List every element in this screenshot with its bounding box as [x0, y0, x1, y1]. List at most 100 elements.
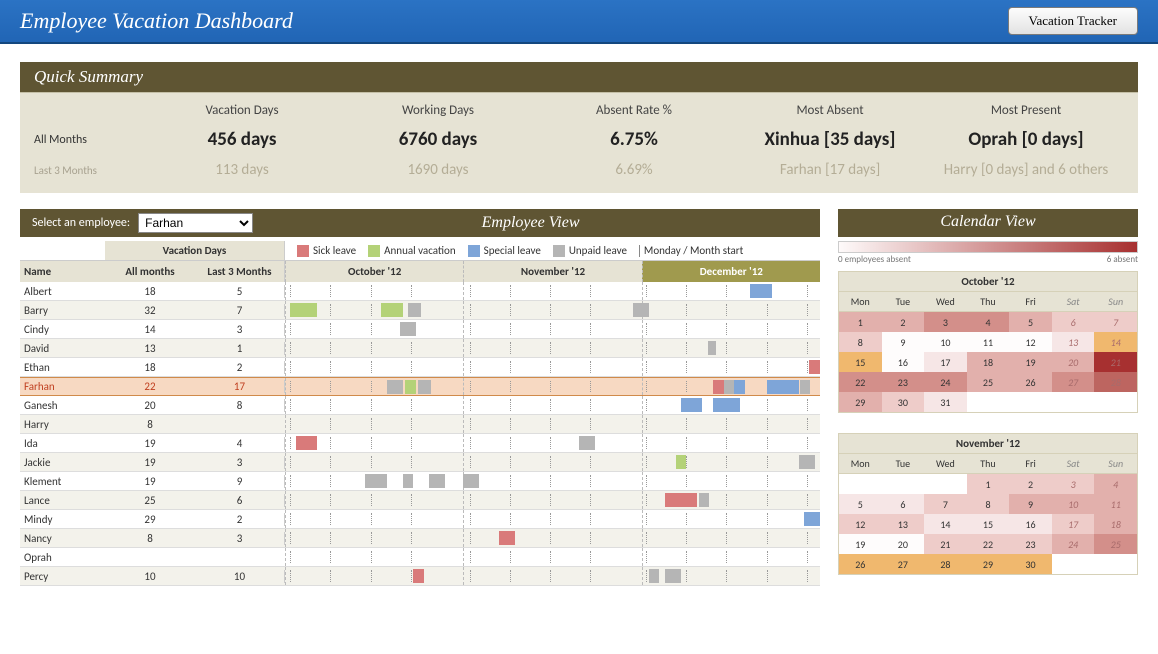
gantt-block [408, 303, 421, 317]
cal-day[interactable]: 20 [1052, 352, 1095, 372]
cal-empty [924, 474, 967, 494]
table-row[interactable]: Percy1010 [20, 567, 820, 586]
table-row[interactable]: Barry327 [20, 301, 820, 320]
table-row[interactable]: Cindy143 [20, 320, 820, 339]
cal-day[interactable]: 22 [967, 534, 1010, 554]
cal-day[interactable]: 30 [882, 392, 925, 412]
cal-day[interactable]: 14 [924, 514, 967, 534]
cell-all: 32 [105, 304, 195, 317]
cal-day[interactable]: 21 [924, 534, 967, 554]
cal-day[interactable]: 16 [882, 352, 925, 372]
cal-day[interactable]: 4 [1094, 474, 1137, 494]
table-row[interactable]: Farhan2217 [20, 377, 820, 396]
table-row[interactable]: Klement199 [20, 472, 820, 491]
swatch-special-icon [468, 245, 480, 257]
gantt-block [403, 474, 414, 488]
calendar-title: November '12 [839, 434, 1137, 454]
cal-day[interactable]: 12 [1009, 332, 1052, 352]
cal-day[interactable]: 21 [1094, 352, 1137, 372]
employee-select[interactable]: Farhan [138, 213, 253, 233]
employee-table-header: Name All months Last 3 Months October '1… [20, 260, 820, 282]
cal-day[interactable]: 8 [967, 494, 1010, 514]
cal-day[interactable]: 27 [1052, 372, 1095, 392]
cal-day[interactable]: 24 [1052, 534, 1095, 554]
cal-day[interactable]: 23 [1009, 534, 1052, 554]
cal-day[interactable]: 15 [967, 514, 1010, 534]
table-row[interactable]: Ida194 [20, 434, 820, 453]
cal-dow: Fri [1009, 292, 1052, 312]
cal-day[interactable]: 11 [967, 332, 1010, 352]
cell-name: Lance [20, 494, 105, 507]
cal-day[interactable]: 30 [1009, 554, 1052, 574]
cal-day[interactable]: 2 [1009, 474, 1052, 494]
cal-day[interactable]: 11 [1094, 494, 1137, 514]
cal-day[interactable]: 8 [839, 332, 882, 352]
table-row[interactable]: Mindy292 [20, 510, 820, 529]
cal-day[interactable]: 18 [967, 352, 1010, 372]
cal-day[interactable]: 13 [1052, 332, 1095, 352]
cal-dow: Sun [1094, 454, 1137, 474]
cal-day[interactable]: 6 [1052, 312, 1095, 332]
cal-day[interactable]: 23 [882, 372, 925, 392]
cal-day[interactable]: 25 [967, 372, 1010, 392]
gantt-area [285, 339, 820, 357]
gantt-area [285, 282, 820, 300]
table-row[interactable]: David131 [20, 339, 820, 358]
gantt-block [429, 474, 445, 488]
table-row[interactable]: Nancy83 [20, 529, 820, 548]
cal-day[interactable]: 10 [1052, 494, 1095, 514]
cal-day[interactable]: 16 [1009, 514, 1052, 534]
vacation-tracker-button[interactable]: Vacation Tracker [1008, 7, 1138, 35]
cal-day[interactable]: 28 [1094, 372, 1137, 392]
cal-day[interactable]: 5 [1009, 312, 1052, 332]
cal-day[interactable]: 1 [967, 474, 1010, 494]
gantt-area [285, 396, 820, 414]
cal-day[interactable]: 20 [882, 534, 925, 554]
table-row[interactable]: Ethan182 [20, 358, 820, 377]
table-row[interactable]: Albert185 [20, 282, 820, 301]
cal-day[interactable]: 12 [839, 514, 882, 534]
vacation-days-header: Vacation Days [105, 241, 285, 260]
cal-day[interactable]: 19 [839, 534, 882, 554]
cal-day[interactable]: 7 [1094, 312, 1137, 332]
cal-day[interactable]: 17 [924, 352, 967, 372]
legend-unpaid: Unpaid leave [569, 244, 627, 257]
cal-day[interactable]: 26 [839, 554, 882, 574]
cal-day[interactable]: 1 [839, 312, 882, 332]
cal-day[interactable]: 14 [1094, 332, 1137, 352]
table-row[interactable]: Oprah [20, 548, 820, 567]
cal-day[interactable]: 17 [1052, 514, 1095, 534]
cal-day[interactable]: 19 [1009, 352, 1052, 372]
cal-day[interactable]: 13 [882, 514, 925, 534]
cal-day[interactable]: 15 [839, 352, 882, 372]
cal-day[interactable]: 29 [839, 392, 882, 412]
cal-day[interactable]: 6 [882, 494, 925, 514]
cal-day[interactable]: 3 [924, 312, 967, 332]
cal-day[interactable]: 29 [967, 554, 1010, 574]
cal-dow: Sat [1052, 454, 1095, 474]
cal-day[interactable]: 18 [1094, 514, 1137, 534]
cal-day[interactable]: 3 [1052, 474, 1095, 494]
cal-day[interactable]: 2 [882, 312, 925, 332]
table-row[interactable]: Ganesh208 [20, 396, 820, 415]
cal-day[interactable]: 22 [839, 372, 882, 392]
cal-day[interactable]: 5 [839, 494, 882, 514]
table-row[interactable]: Lance256 [20, 491, 820, 510]
gantt-area [285, 548, 820, 566]
heat-low: 0 employees absent [838, 254, 911, 265]
cal-day[interactable]: 27 [882, 554, 925, 574]
cal-day[interactable]: 9 [882, 332, 925, 352]
cal-day[interactable]: 4 [967, 312, 1010, 332]
cal-day[interactable]: 31 [924, 392, 967, 412]
cal-day[interactable]: 10 [924, 332, 967, 352]
table-row[interactable]: Harry8 [20, 415, 820, 434]
cal-day[interactable]: 25 [1094, 534, 1137, 554]
cal-day[interactable]: 26 [1009, 372, 1052, 392]
gantt-block [365, 474, 386, 488]
cal-day[interactable]: 28 [924, 554, 967, 574]
table-row[interactable]: Jackie193 [20, 453, 820, 472]
cal-day[interactable]: 24 [924, 372, 967, 392]
cal-day[interactable]: 9 [1009, 494, 1052, 514]
cal-day[interactable]: 7 [924, 494, 967, 514]
cell-all: 10 [105, 570, 195, 583]
